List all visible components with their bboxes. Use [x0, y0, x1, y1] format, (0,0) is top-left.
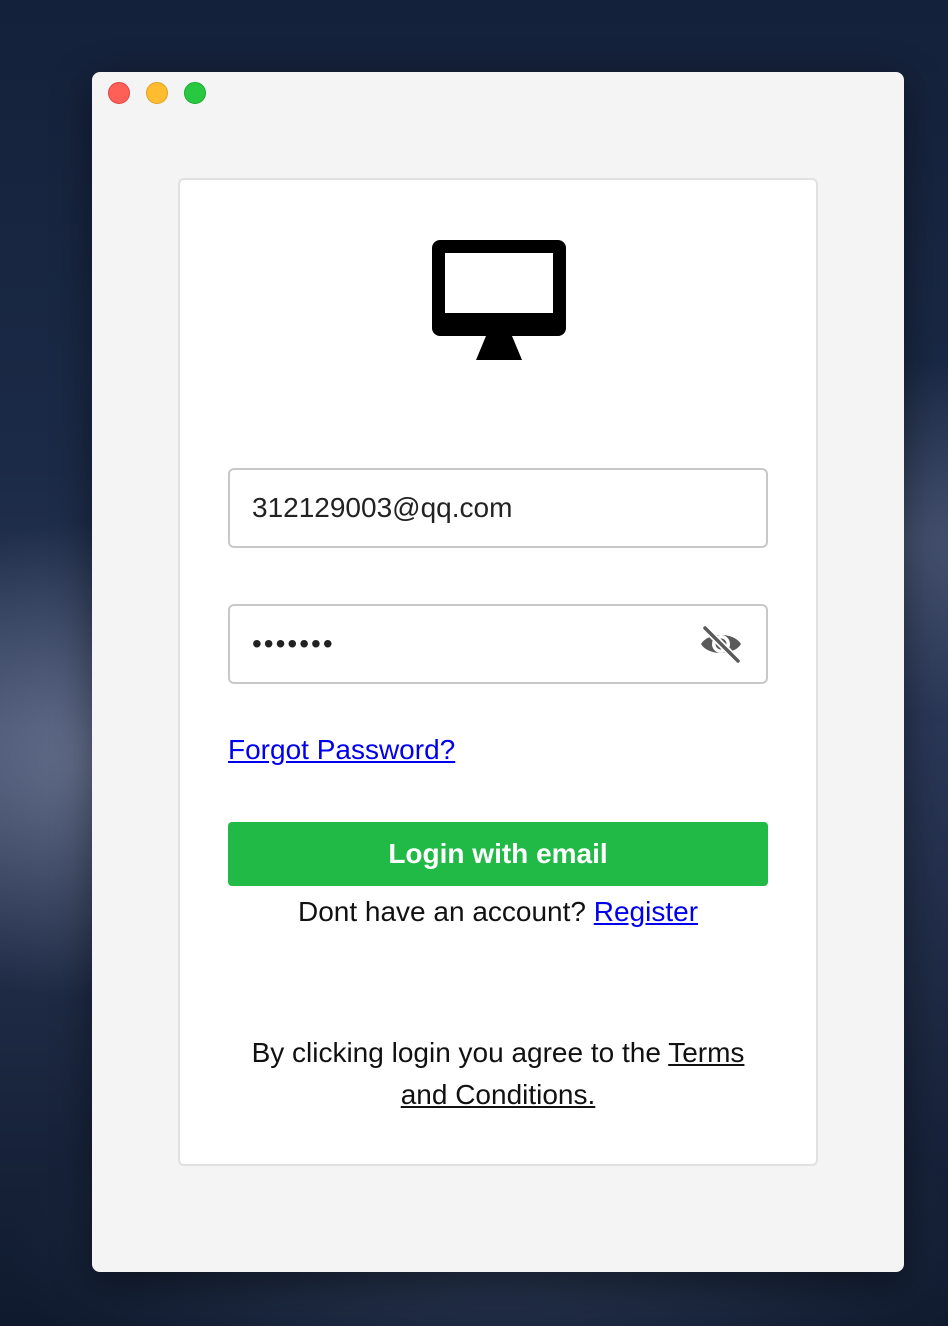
email-input[interactable] [252, 470, 692, 546]
email-field [228, 468, 768, 548]
terms-notice-text: By clicking login you agree to the [251, 1037, 669, 1068]
register-prompt-text: Dont have an account? [297, 896, 594, 927]
window-controls [108, 82, 206, 104]
eye-slash-icon[interactable] [698, 624, 744, 664]
password-input[interactable] [252, 606, 692, 682]
terms-notice: By clicking login you agree to the Terms… [240, 1032, 756, 1116]
close-window-button[interactable] [108, 82, 130, 104]
maximize-window-button[interactable] [184, 82, 206, 104]
login-with-email-button[interactable]: Login with email [228, 822, 768, 886]
app-window: Forgot Password? Login with email Dont h… [92, 72, 904, 1272]
login-card: Forgot Password? Login with email Dont h… [178, 178, 818, 1166]
minimize-window-button[interactable] [146, 82, 168, 104]
forgot-password-link[interactable]: Forgot Password? [228, 734, 455, 766]
register-prompt: Dont have an account? Register [180, 896, 816, 928]
desktop-background: Forgot Password? Login with email Dont h… [0, 0, 948, 1326]
password-field [228, 604, 768, 684]
desktop-monitor-icon [432, 240, 566, 360]
register-link[interactable]: Register [594, 896, 698, 927]
